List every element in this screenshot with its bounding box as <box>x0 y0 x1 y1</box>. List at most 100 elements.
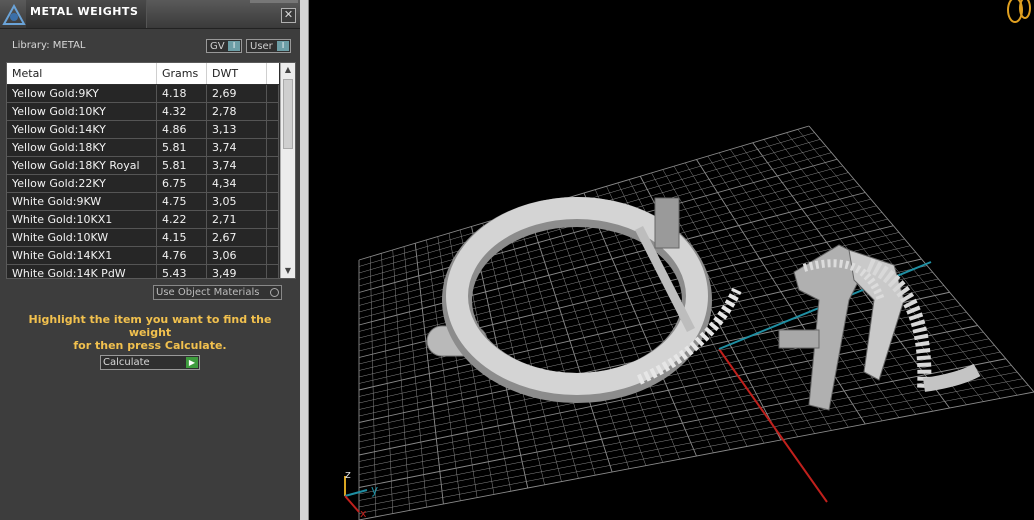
gv-toggle[interactable]: GV I <box>206 39 242 53</box>
table-row[interactable]: Yellow Gold:22KY 6.75 4,34 <box>7 175 279 193</box>
table-row[interactable]: Yellow Gold:18KY Royal 5.81 3,74 <box>7 157 279 175</box>
toggle-knob-icon: I <box>277 41 289 51</box>
cell-metal: Yellow Gold:18KY <box>7 139 157 156</box>
metal-table: Metal Grams DWT Yellow Gold:9KY 4.18 2,69 … <box>6 62 296 279</box>
close-button[interactable]: ✕ <box>281 8 296 23</box>
metal-weights-panel: METAL WEIGHTS ✕ Library: METAL GV I User… <box>0 0 300 520</box>
table-row[interactable]: Yellow Gold:9KY 4.18 2,69 <box>7 85 279 103</box>
table-body: Yellow Gold:9KY 4.18 2,69 Yellow Gold:10KY… <box>7 85 279 278</box>
table-row[interactable]: White Gold:14K PdW 5.43 3,49 <box>7 265 279 278</box>
cell-extra <box>267 85 279 102</box>
column-header-grams[interactable]: Grams <box>157 63 207 84</box>
cell-grams: 4.18 <box>157 85 207 102</box>
table-row[interactable]: Yellow Gold:14KY 4.86 3,13 <box>7 121 279 139</box>
x-axis-line <box>718 348 828 503</box>
cell-grams: 4.32 <box>157 103 207 120</box>
cell-metal: White Gold:10KW <box>7 229 157 246</box>
cell-grams: 4.75 <box>157 193 207 210</box>
grid-line <box>358 358 1006 488</box>
scroll-up-icon[interactable]: ▲ <box>281 63 295 77</box>
column-header-dwt[interactable]: DWT <box>207 63 267 84</box>
column-header-metal[interactable]: Metal <box>7 63 157 84</box>
scroll-thumb[interactable] <box>283 79 293 149</box>
cell-grams: 4.86 <box>157 121 207 138</box>
cell-extra <box>267 103 279 120</box>
user-toggle[interactable]: User I <box>246 39 291 53</box>
cell-grams: 6.75 <box>157 175 207 192</box>
cell-extra <box>267 229 279 246</box>
title-strip <box>250 0 298 3</box>
cell-dwt: 3,49 <box>207 265 267 278</box>
ring-head-model[interactable] <box>778 244 981 411</box>
play-arrow-icon: ▶ <box>186 357 198 368</box>
grid-line <box>358 365 1012 495</box>
axis-label-z: z <box>345 468 351 481</box>
table-row[interactable]: Yellow Gold:18KY 5.81 3,74 <box>7 139 279 157</box>
app-logo-icon <box>2 4 26 25</box>
table-row[interactable]: White Gold:14KX1 4.76 3,06 <box>7 247 279 265</box>
cell-dwt: 3,74 <box>207 139 267 156</box>
cell-dwt: 2,78 <box>207 103 267 120</box>
axis-label-x: x <box>360 507 367 520</box>
cell-extra <box>267 121 279 138</box>
grid-line <box>358 385 1029 514</box>
cell-grams: 4.15 <box>157 229 207 246</box>
cell-grams: 4.22 <box>157 211 207 228</box>
corner-logo-icon <box>1007 0 1031 23</box>
cell-dwt: 2,67 <box>207 229 267 246</box>
instruction-text: Highlight the item you want to find the … <box>12 313 288 352</box>
cell-grams: 5.81 <box>157 139 207 156</box>
cell-metal: White Gold:14K PdW <box>7 265 157 278</box>
cell-dwt: 3,05 <box>207 193 267 210</box>
instruction-line-2: for then press Calculate. <box>73 339 227 352</box>
use-object-materials-label: Use Object Materials <box>156 287 260 298</box>
3d-viewport[interactable]: z y x <box>309 0 1034 520</box>
cell-dwt: 2,71 <box>207 211 267 228</box>
cell-extra <box>267 175 279 192</box>
instruction-line-1: Highlight the item you want to find the … <box>28 313 272 339</box>
radio-icon <box>270 288 279 297</box>
grid-line <box>358 371 1018 501</box>
axis-label-y: y <box>371 483 378 497</box>
axis-triad: z y x <box>344 468 378 520</box>
table-row[interactable]: White Gold:9KW 4.75 3,05 <box>7 193 279 211</box>
cell-dwt: 3,74 <box>207 157 267 174</box>
calculate-label: Calculate <box>103 357 150 368</box>
cell-dwt: 3,06 <box>207 247 267 264</box>
cell-extra <box>267 157 279 174</box>
library-label: Library: METAL <box>12 40 86 51</box>
cell-metal: Yellow Gold:9KY <box>7 85 157 102</box>
calculate-button[interactable]: Calculate ▶ <box>100 355 200 370</box>
table-row[interactable]: White Gold:10KX1 4.22 2,71 <box>7 211 279 229</box>
cell-metal: Yellow Gold:22KY <box>7 175 157 192</box>
cell-grams: 5.81 <box>157 157 207 174</box>
cell-metal: White Gold:10KX1 <box>7 211 157 228</box>
panel-title: METAL WEIGHTS <box>30 5 139 18</box>
cell-metal: White Gold:9KW <box>7 193 157 210</box>
cell-dwt: 2,69 <box>207 85 267 102</box>
cell-grams: 4.76 <box>157 247 207 264</box>
panel-splitter[interactable] <box>300 0 309 520</box>
viewport-canvas[interactable]: z y x <box>309 0 1034 520</box>
table-row[interactable]: Yellow Gold:10KY 4.32 2,78 <box>7 103 279 121</box>
use-object-materials-option[interactable]: Use Object Materials <box>153 285 282 300</box>
grid-line <box>358 378 1023 508</box>
cell-metal: Yellow Gold:18KY Royal <box>7 157 157 174</box>
cell-extra <box>267 211 279 228</box>
cell-metal: Yellow Gold:14KY <box>7 121 157 138</box>
cell-grams: 5.43 <box>157 265 207 278</box>
table-scrollbar[interactable]: ▲ ▼ <box>280 63 295 278</box>
gv-toggle-label: GV <box>210 41 225 52</box>
cell-dwt: 3,13 <box>207 121 267 138</box>
scroll-down-icon[interactable]: ▼ <box>281 264 295 278</box>
table-row[interactable]: White Gold:10KW 4.15 2,67 <box>7 229 279 247</box>
cell-extra <box>267 139 279 156</box>
cell-extra <box>267 247 279 264</box>
table-header: Metal Grams DWT <box>7 63 279 84</box>
toggle-knob-icon: I <box>228 41 240 51</box>
panel-titlebar[interactable]: METAL WEIGHTS ✕ <box>0 0 300 29</box>
grid-line <box>358 391 1034 520</box>
cell-metal: Yellow Gold:10KY <box>7 103 157 120</box>
cell-metal: White Gold:14KX1 <box>7 247 157 264</box>
user-toggle-label: User <box>250 41 273 52</box>
